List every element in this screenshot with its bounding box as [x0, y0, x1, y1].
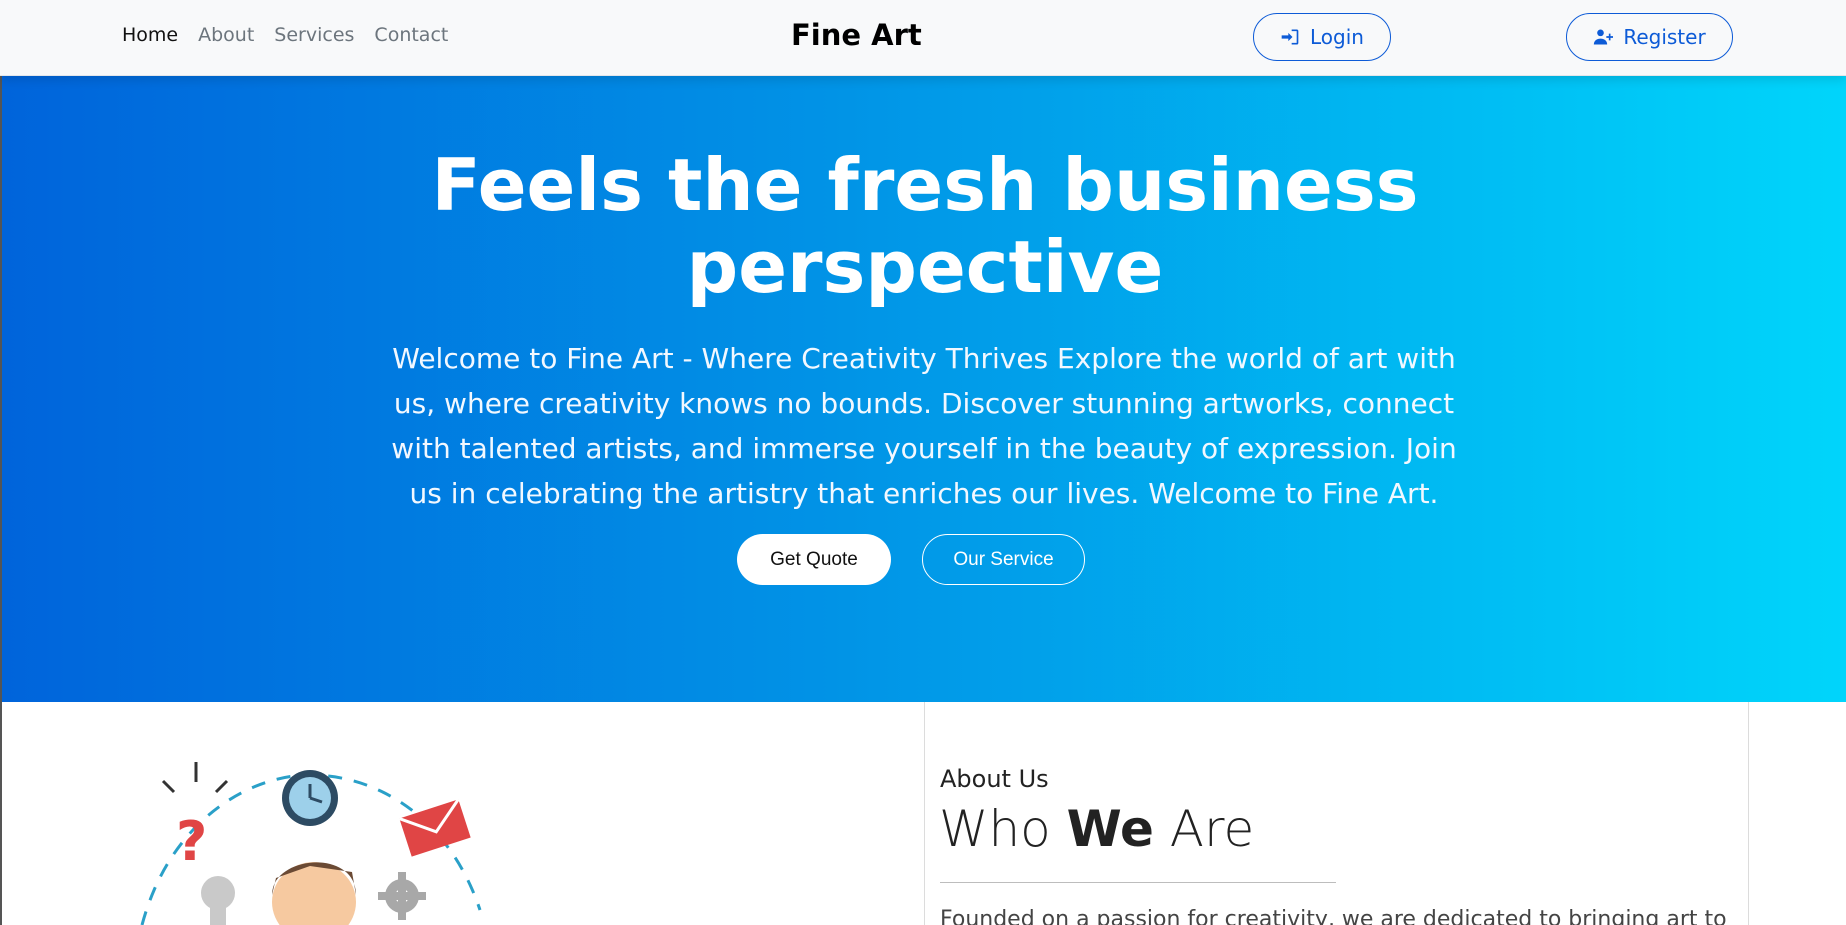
- nav-links: Home About Services Contact: [122, 24, 448, 46]
- nav-link-contact[interactable]: Contact: [374, 24, 448, 46]
- about-title: Who We Are: [939, 800, 1254, 858]
- user-plus-icon: [1594, 29, 1614, 45]
- sign-in-icon: [1281, 29, 1299, 45]
- hero-title: Feels the fresh business perspective: [431, 143, 1419, 309]
- top-navbar: Home About Services Contact Fine Art Log…: [0, 0, 1846, 76]
- about-divider: [940, 882, 1336, 883]
- login-button[interactable]: Login: [1253, 13, 1391, 61]
- nav-link-home[interactable]: Home: [122, 24, 178, 46]
- business-thinking-illustration: ?: [140, 762, 482, 925]
- about-us-section: About Us Who We Are Founded on a passion…: [924, 702, 1749, 925]
- get-quote-button[interactable]: Get Quote: [737, 534, 891, 585]
- about-subtitle: About Us: [940, 765, 1049, 793]
- hero-section: Feels the fresh business perspective Wel…: [0, 76, 1846, 702]
- page-frame: Home About Services Contact Fine Art Log…: [0, 0, 1846, 925]
- register-label: Register: [1623, 25, 1706, 49]
- login-label: Login: [1310, 25, 1364, 49]
- svg-text:?: ?: [176, 810, 207, 873]
- about-title-prefix: Who: [939, 800, 1067, 858]
- about-text: Founded on a passion for creativity, we …: [940, 907, 1730, 925]
- nav-link-services[interactable]: Services: [274, 24, 354, 46]
- hero-buttons: Get Quote Our Service: [737, 534, 1085, 585]
- about-title-suffix: Are: [1153, 800, 1255, 858]
- our-service-button[interactable]: Our Service: [922, 534, 1085, 585]
- brand-logo-text[interactable]: Fine Art: [791, 18, 922, 52]
- hero-description: Welcome to Fine Art - Where Creativity T…: [391, 342, 1457, 510]
- register-button[interactable]: Register: [1566, 13, 1733, 61]
- nav-link-about[interactable]: About: [198, 24, 254, 46]
- about-title-emphasis: We: [1066, 800, 1154, 858]
